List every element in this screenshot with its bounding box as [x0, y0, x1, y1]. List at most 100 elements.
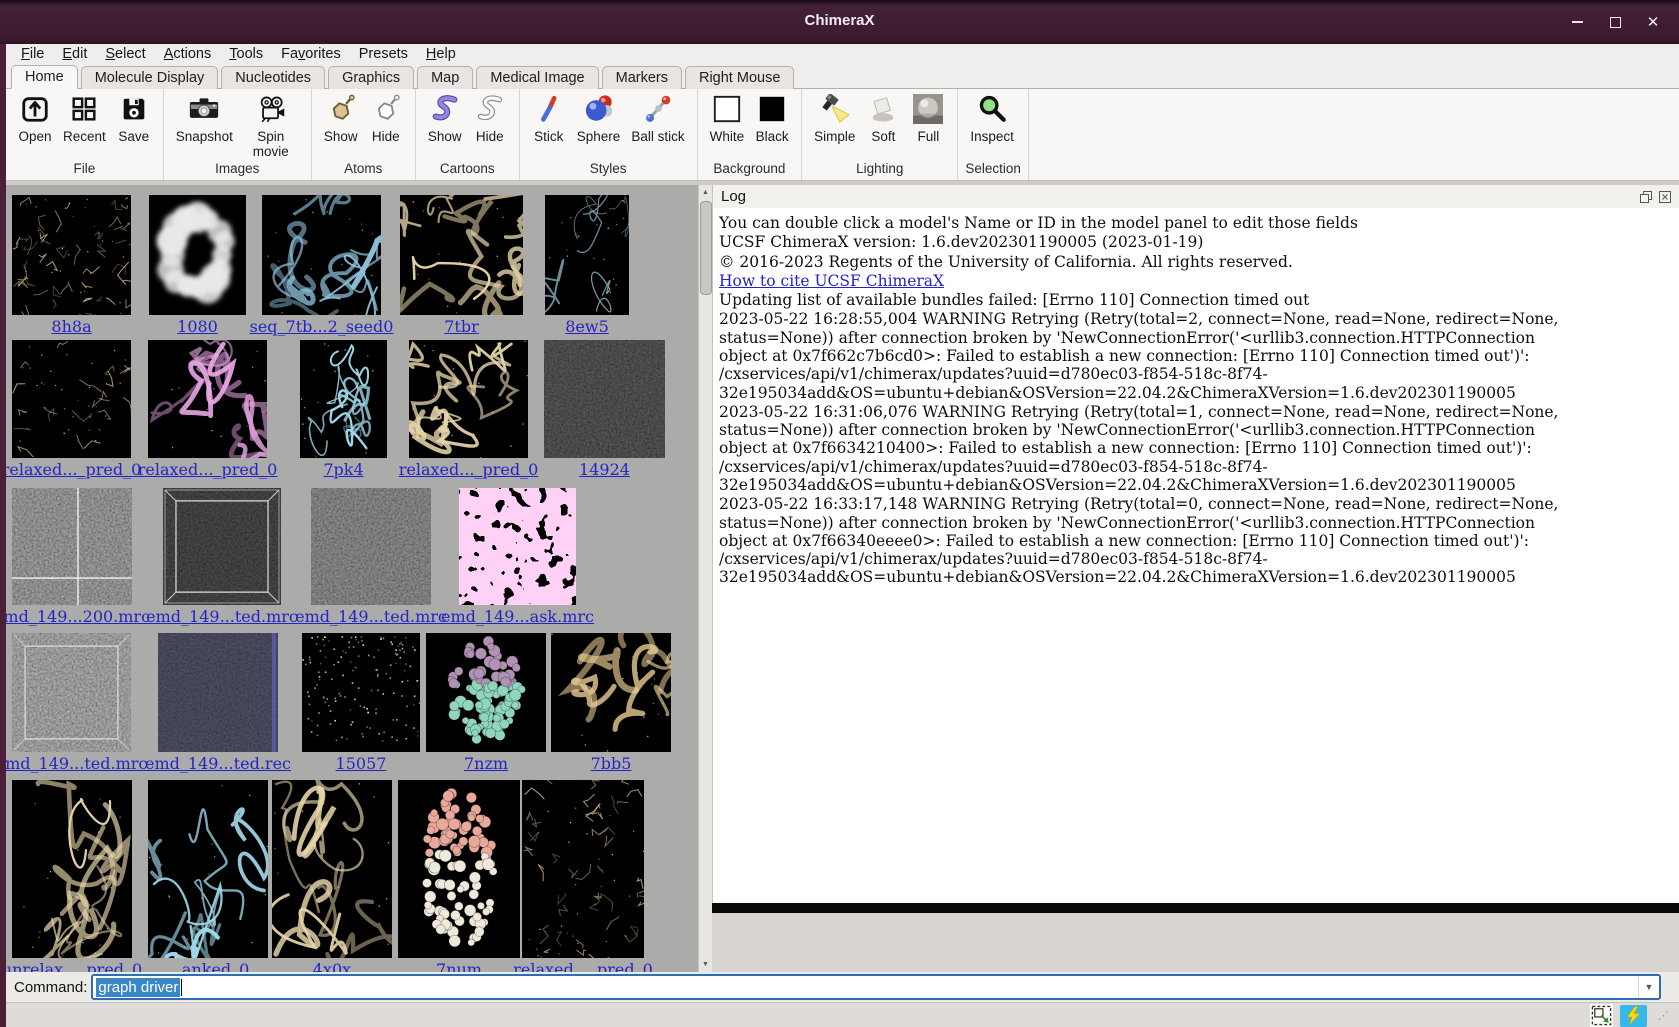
toolbar-lighting-soft-button[interactable]: Soft [864, 94, 902, 145]
resize-grip[interactable]: ⋰ [1658, 1009, 1669, 1022]
thumbnail-link-7num-22[interactable]: 7num [436, 960, 482, 972]
thumbnail-7bb5-18[interactable] [551, 633, 671, 752]
toolbar-lighting-full-button[interactable]: Full [909, 94, 947, 145]
thumbnail-link-relaxed-pred-0-5[interactable]: relaxed..._pred_0 [6, 460, 141, 479]
menu-actions[interactable]: Actions [155, 45, 221, 63]
tab-home[interactable]: Home [11, 65, 78, 89]
thumbnail-link-emd-149-ted-mrc-14[interactable]: emd_149...ted.mrc [6, 754, 147, 773]
thumbnail-link-anked-0-20[interactable]: ...anked_0 [167, 960, 250, 972]
thumbnail-7num-22[interactable] [398, 780, 520, 958]
tab-nucleotides[interactable]: Nucleotides [221, 66, 325, 89]
menu-edit[interactable]: Edit [53, 45, 96, 63]
menu-tools[interactable]: Tools [220, 45, 272, 63]
toolbar-cartoons-hide-button[interactable]: Hide [471, 94, 509, 145]
scrollbar-thumb[interactable] [700, 201, 712, 295]
thumbnail-link-emd-149-ask-mrc-13[interactable]: emd_149...ask.mrc [441, 607, 594, 626]
menu-presets[interactable]: Presets [350, 45, 417, 63]
thumbnail-unrelax-pred-0-19[interactable] [12, 780, 132, 958]
scroll-down-icon[interactable]: ▼ [699, 958, 712, 971]
toolbar-background-white-button[interactable]: White [708, 94, 747, 145]
log-line-7: 2023-05-22 16:33:17,148 WARNING Retrying… [719, 495, 1562, 586]
thumbnail-8h8a-0[interactable] [12, 195, 131, 315]
log-cite-link[interactable]: How to cite UCSF ChimeraX [719, 272, 944, 290]
thumbnail-relaxed-pred-0-5[interactable] [12, 340, 131, 458]
tab-molecule-display[interactable]: Molecule Display [81, 66, 219, 89]
toolbar-atoms-hide-button[interactable]: Hide [367, 94, 405, 145]
thumbnail-link-emd-149-ted-mrc-11[interactable]: emd_149...ted.mrc [146, 607, 298, 626]
selection-resize-icon[interactable] [1590, 1004, 1613, 1027]
thumbnail-link-1080-1[interactable]: 1080 [177, 317, 218, 336]
thumbnail-emd-149-200-mrc-10[interactable] [12, 488, 132, 605]
toolbar-selection-inspect-button[interactable]: Inspect [968, 94, 1016, 145]
chevron-down-icon[interactable]: ▼ [1638, 976, 1659, 998]
thumbnail-emd-149-ted-mrc-14[interactable] [12, 633, 131, 752]
thumbnail-relaxed-pred-0-8[interactable] [409, 340, 528, 458]
toolbar-styles-stick-button[interactable]: Stick [530, 94, 568, 145]
thumbnail-link-relaxed-pred-0-23[interactable]: relaxed..._pred_0 [513, 960, 653, 972]
minimize-button[interactable] [1565, 10, 1589, 34]
menu-favorites[interactable]: Favorites [272, 45, 350, 63]
toolbar-images-spin-movie-button[interactable]: Spin movie [241, 94, 301, 160]
thumbnail-link-4x0x-21[interactable]: 4x0x [313, 960, 351, 972]
close-button[interactable]: ✕ [1641, 10, 1665, 34]
tab-graphics[interactable]: Graphics [328, 66, 414, 89]
float-panel-icon[interactable] [1639, 190, 1653, 204]
thumbnail-relaxed-pred-0-6[interactable] [148, 340, 267, 458]
thumbnail-link-7bb5-18[interactable]: 7bb5 [591, 754, 632, 773]
thumbnail-emd-149-ted-rec-15[interactable] [158, 633, 278, 752]
thumbnail-seq-7tb-2-seed0-2[interactable] [262, 195, 381, 315]
toolbar-cartoons-show-button[interactable]: Show [426, 94, 464, 145]
thumbnail-link-7pk4-7[interactable]: 7pk4 [323, 460, 363, 479]
toolbar-file-open-button[interactable]: Open [16, 94, 54, 145]
thumbnail-link-7nzm-17[interactable]: 7nzm [464, 754, 508, 773]
menu-file[interactable]: File [12, 45, 53, 63]
thumbnail-emd-149-ask-mrc-13[interactable] [459, 488, 576, 605]
thumbnail-link-seq-7tb-2-seed0-2[interactable]: seq_7tb...2_seed0 [250, 317, 394, 336]
thumbnail-4x0x-21[interactable] [272, 780, 392, 958]
tab-medical-image[interactable]: Medical Image [476, 66, 598, 89]
tab-markers[interactable]: Markers [602, 66, 682, 89]
scroll-up-icon[interactable]: ▲ [699, 186, 712, 199]
toolbar-lighting-simple-button[interactable]: Simple [812, 94, 857, 145]
toolbar-images-snapshot-button[interactable]: Snapshot [174, 94, 234, 145]
toolbar-button-label: Ball stick [631, 130, 684, 145]
maximize-button[interactable] [1603, 10, 1627, 34]
toolbar-atoms-show-button[interactable]: Show [322, 94, 360, 145]
toolbar-file-save-button[interactable]: Save [115, 94, 153, 145]
command-input[interactable]: graph driver ▼ [91, 974, 1661, 1000]
thumbnail-emd-149-ted-mrc-11[interactable] [163, 488, 281, 605]
thumbnail-1080-1[interactable] [149, 195, 246, 315]
tab-map[interactable]: Map [417, 66, 473, 89]
lightning-icon[interactable] [1620, 1005, 1647, 1027]
thumbnail-8ew5-4[interactable] [545, 195, 629, 315]
toolbar-background-black-button[interactable]: Black [753, 94, 791, 145]
thumbnail-14924-9[interactable] [544, 340, 665, 458]
thumbnail-link-emd-149-200-mrc-10[interactable]: emd_149...200.mrc [6, 607, 150, 626]
thumbnail-7pk4-7[interactable] [300, 340, 387, 458]
thumbnail-15057-16[interactable] [302, 633, 420, 752]
menu-select[interactable]: Select [96, 45, 154, 63]
thumbnail-7tbr-3[interactable] [400, 195, 523, 315]
close-panel-icon[interactable] [1658, 190, 1672, 204]
thumbnail-7nzm-17[interactable] [426, 633, 546, 752]
thumbnail-relaxed-pred-0-23[interactable] [522, 780, 644, 958]
thumbnail-link-7tbr-3[interactable]: 7tbr [444, 317, 479, 336]
thumbnail-link-emd-149-ted-rec-15[interactable]: emd_149...ted.rec [145, 754, 291, 773]
thumbnail-link-unrelax-pred-0-19[interactable]: unrelax..._pred_0 [6, 960, 142, 972]
menu-help[interactable]: Help [417, 45, 465, 63]
thumbnail-anked-0-20[interactable] [148, 780, 268, 958]
thumbnail-link-14924-9[interactable]: 14924 [579, 460, 630, 479]
titlebar[interactable]: ChimeraX ✕ [0, 0, 1679, 44]
toolbar-file-recent-button[interactable]: Recent [61, 94, 108, 145]
thumbnail-scrollbar[interactable]: ▲ ▼ [698, 185, 712, 972]
thumbnail-emd-149-ted-mrc-12[interactable] [311, 488, 431, 605]
thumbnail-link-8ew5-4[interactable]: 8ew5 [565, 317, 609, 336]
thumbnail-link-15057-16[interactable]: 15057 [336, 754, 387, 773]
thumbnail-link-relaxed-pred-0-8[interactable]: relaxed..._pred_0 [399, 460, 539, 479]
thumbnail-link-emd-149-ted-mrc-12[interactable]: emd_149...ted.mrc [295, 607, 447, 626]
toolbar-styles-sphere-button[interactable]: Sphere [575, 94, 623, 145]
toolbar-styles-ball-stick-button[interactable]: Ball stick [629, 94, 686, 145]
thumbnail-link-8h8a-0[interactable]: 8h8a [51, 317, 91, 336]
tab-right-mouse[interactable]: Right Mouse [685, 66, 794, 89]
thumbnail-link-relaxed-pred-0-6[interactable]: relaxed..._pred_0 [138, 460, 278, 479]
